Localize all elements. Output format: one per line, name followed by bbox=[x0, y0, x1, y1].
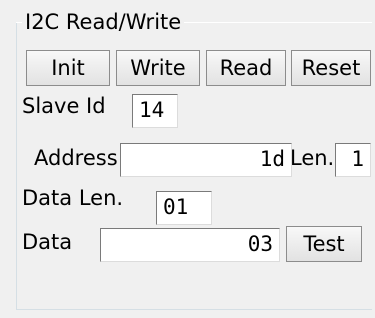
data-label: Data bbox=[22, 230, 73, 254]
group-title: I2C Read/Write bbox=[22, 10, 185, 34]
write-button[interactable]: Write bbox=[116, 50, 200, 86]
len-label: Len. bbox=[290, 146, 335, 170]
slave-id-label: Slave Id bbox=[22, 94, 106, 118]
read-button[interactable]: Read bbox=[206, 50, 286, 86]
reset-button[interactable]: Reset bbox=[291, 50, 371, 86]
data-field[interactable]: 03 bbox=[100, 228, 280, 262]
len-field[interactable]: 1 bbox=[335, 143, 371, 177]
data-len-field[interactable]: 01 bbox=[156, 191, 212, 225]
address-label: Address bbox=[34, 146, 118, 170]
address-field[interactable]: 1d bbox=[120, 143, 292, 177]
data-len-label: Data Len. bbox=[22, 186, 124, 210]
init-button[interactable]: Init bbox=[26, 50, 110, 86]
slave-id-field[interactable]: 14 bbox=[132, 94, 178, 128]
test-button[interactable]: Test bbox=[286, 226, 362, 262]
